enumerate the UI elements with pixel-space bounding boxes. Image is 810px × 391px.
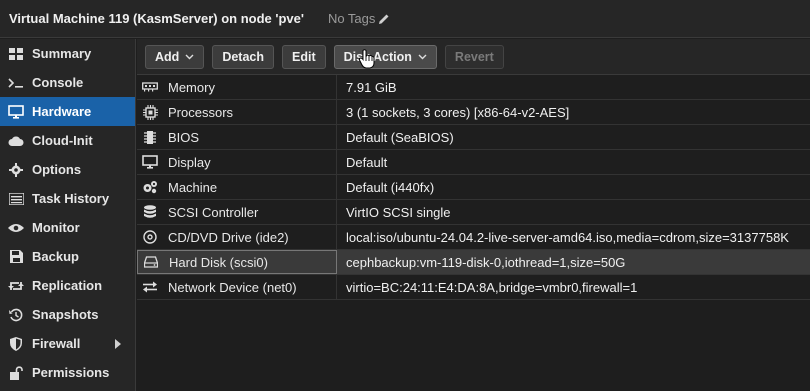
revert-button[interactable]: Revert xyxy=(444,44,504,69)
table-row[interactable]: Machine Default (i440fx) xyxy=(137,175,810,200)
cpu-icon xyxy=(141,104,159,120)
sidebar-item-label: Task History xyxy=(32,191,110,206)
floppy-icon xyxy=(7,249,25,265)
memory-icon xyxy=(141,79,159,95)
sidebar-item-label: Options xyxy=(32,162,82,177)
hardware-name: Memory xyxy=(168,79,215,95)
hand-cursor-icon xyxy=(358,49,375,72)
summary-icon xyxy=(7,46,25,62)
hardware-value: cephbackup:vm-119-disk-0,iothread=1,size… xyxy=(346,254,626,270)
sidebar-item-label: Replication xyxy=(32,278,103,293)
table-row[interactable]: SCSI Controller VirtIO SCSI single xyxy=(137,200,810,225)
sidebar-item-permissions[interactable]: Permissions xyxy=(0,358,135,387)
hardware-name: Machine xyxy=(168,179,218,195)
hardware-value: Default (SeaBIOS) xyxy=(346,129,454,145)
table-row-selected[interactable]: Hard Disk (scsi0) cephbackup:vm-119-disk… xyxy=(137,250,810,275)
hardware-name: CD/DVD Drive (ide2) xyxy=(168,229,289,245)
expand-arrow-icon[interactable] xyxy=(115,339,121,349)
title-bar: Virtual Machine 119 (KasmServer) on node… xyxy=(0,0,810,38)
revert-button-label: Revert xyxy=(454,49,494,64)
chevron-down-icon xyxy=(185,54,194,60)
add-button-label: Add xyxy=(155,49,180,64)
table-row[interactable]: Processors 3 (1 sockets, 3 cores) [x86-6… xyxy=(137,100,810,125)
sidebar-item-hardware[interactable]: Hardware xyxy=(0,97,135,126)
table-row[interactable]: Display Default xyxy=(137,150,810,175)
retweet-icon xyxy=(7,278,25,294)
chip-icon xyxy=(141,129,159,145)
list-icon xyxy=(7,191,25,207)
sidebar-item-console[interactable]: Console xyxy=(0,68,135,97)
console-icon xyxy=(7,75,25,91)
sidebar-item-firewall[interactable]: Firewall xyxy=(0,329,135,358)
chevron-down-icon xyxy=(418,54,427,60)
table-row[interactable]: Memory 7.91 GiB xyxy=(137,75,810,100)
sidebar-item-label: Backup xyxy=(32,249,79,264)
hardware-name: Processors xyxy=(168,104,234,120)
desktop-icon xyxy=(141,154,159,170)
eye-icon xyxy=(7,220,25,236)
page-title: Virtual Machine 119 (KasmServer) on node… xyxy=(9,11,304,26)
table-row[interactable]: CD/DVD Drive (ide2) local:iso/ubuntu-24.… xyxy=(137,225,810,250)
hardware-value: local:iso/ubuntu-24.04.2-live-server-amd… xyxy=(346,229,789,245)
hardware-grid: Memory 7.91 GiB Processors 3 (1 sockets,… xyxy=(137,75,810,300)
hardware-name: Display xyxy=(168,154,211,170)
sidebar-item-task-history[interactable]: Task History xyxy=(0,184,135,213)
table-row[interactable]: BIOS Default (SeaBIOS) xyxy=(137,125,810,150)
sidebar-item-label: Summary xyxy=(32,46,92,61)
detach-button[interactable]: Detach xyxy=(212,44,274,69)
hardware-value: VirtIO SCSI single xyxy=(346,204,451,220)
sidebar-item-label: Hardware xyxy=(32,104,92,119)
tags-label: No Tags xyxy=(327,11,376,26)
database-icon xyxy=(141,204,159,220)
pencil-icon[interactable] xyxy=(378,13,390,25)
sidebar-item-cloud-init[interactable]: Cloud-Init xyxy=(0,126,135,155)
sidebar-item-backup[interactable]: Backup xyxy=(0,242,135,271)
unlock-icon xyxy=(7,365,25,381)
hardware-panel: Add Detach Edit Disk Action Revert Memor… xyxy=(137,39,810,391)
hardware-name: SCSI Controller xyxy=(168,204,259,220)
sidebar-item-summary[interactable]: Summary xyxy=(0,39,135,68)
history-icon xyxy=(7,307,25,323)
table-row[interactable]: Network Device (net0) virtio=BC:24:11:E4… xyxy=(137,275,810,300)
hardware-value: 7.91 GiB xyxy=(346,79,397,95)
sidebar-item-label: Console xyxy=(32,75,84,90)
shield-icon xyxy=(7,336,25,352)
cogs-icon xyxy=(141,179,159,195)
sidebar-item-label: Snapshots xyxy=(32,307,99,322)
toolbar: Add Detach Edit Disk Action Revert xyxy=(137,39,810,75)
hdd-icon xyxy=(142,254,160,270)
hardware-name: BIOS xyxy=(168,129,200,145)
sidebar-item-label: Monitor xyxy=(32,220,80,235)
disk-action-button-label: Disk Action xyxy=(343,49,412,64)
disk-action-button[interactable]: Disk Action xyxy=(333,44,437,69)
sidebar-item-label: Cloud-Init xyxy=(32,133,93,148)
hardware-value: Default xyxy=(346,154,388,170)
detach-button-label: Detach xyxy=(222,49,264,64)
tags-area[interactable]: No Tags xyxy=(328,11,390,26)
cdrom-icon xyxy=(141,229,159,245)
edit-button[interactable]: Edit xyxy=(282,44,326,69)
hardware-value: 3 (1 sockets, 3 cores) [x86-64-v2-AES] xyxy=(346,104,570,120)
monitor-icon xyxy=(7,104,25,120)
hardware-value: virtio=BC:24:11:E4:DA:8A,bridge=vmbr0,fi… xyxy=(346,279,638,295)
hardware-name: Network Device (net0) xyxy=(168,279,297,295)
exchange-icon xyxy=(141,279,159,295)
sidebar-item-snapshots[interactable]: Snapshots xyxy=(0,300,135,329)
sidebar-nav: Summary Console Hardware Cloud-Init Opti… xyxy=(0,39,136,391)
sidebar-item-monitor[interactable]: Monitor xyxy=(0,213,135,242)
sidebar-item-options[interactable]: Options xyxy=(0,155,135,184)
hardware-value: Default (i440fx) xyxy=(346,179,435,195)
cloud-icon xyxy=(7,133,25,149)
sidebar-item-replication[interactable]: Replication xyxy=(0,271,135,300)
edit-button-label: Edit xyxy=(292,49,316,64)
hardware-name: Hard Disk (scsi0) xyxy=(169,254,268,270)
sidebar-item-label: Permissions xyxy=(32,365,110,380)
sidebar-item-label: Firewall xyxy=(32,336,81,351)
gear-icon xyxy=(7,162,25,178)
add-button[interactable]: Add xyxy=(145,44,205,69)
